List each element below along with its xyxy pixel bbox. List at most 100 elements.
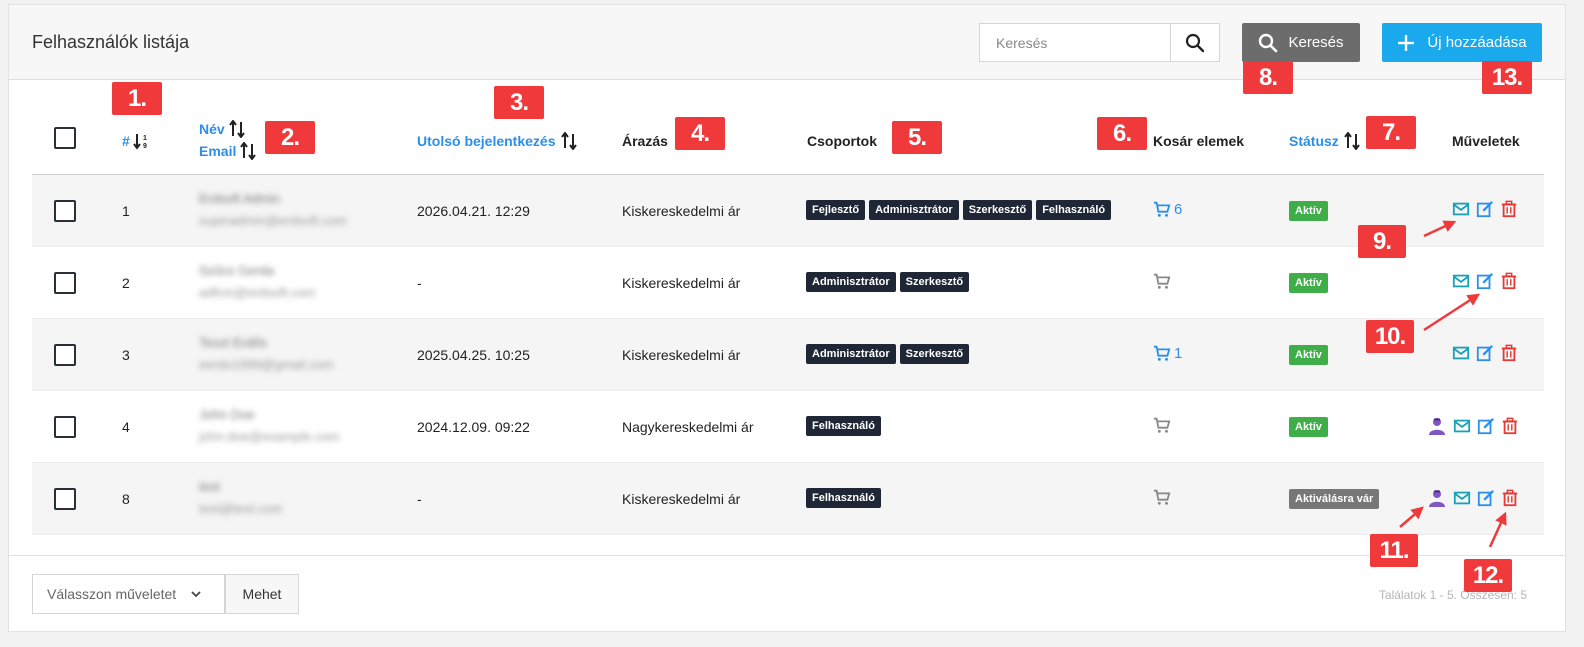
annotation-callout: 10. bbox=[1366, 320, 1414, 353]
row-pricing: Kiskereskedelmi ár bbox=[622, 203, 741, 219]
row-pricing: Nagykereskedelmi ár bbox=[622, 419, 754, 435]
row-checkbox[interactable] bbox=[54, 200, 76, 222]
annotation-callout: 1. bbox=[112, 82, 162, 115]
row-groups: Adminisztrátor Szerkesztő bbox=[806, 272, 973, 292]
column-id-sort[interactable]: # 19 bbox=[122, 132, 151, 150]
edit-icon[interactable] bbox=[1476, 200, 1494, 218]
mail-icon[interactable] bbox=[1452, 200, 1470, 218]
row-name: Teszt Erdős bbox=[199, 335, 267, 350]
row-checkbox[interactable] bbox=[54, 272, 76, 294]
search-icon bbox=[1185, 33, 1205, 52]
users-table: # 19 Név Email Utolsó bejelentkezés Áraz… bbox=[32, 80, 1544, 535]
column-groups: Csoportok bbox=[807, 133, 877, 149]
row-groups: Fejlesztő Adminisztrátor Szerkesztő Felhasz… bbox=[806, 200, 1115, 220]
status-badge: Aktív bbox=[1289, 345, 1328, 365]
annotation-callout: 13. bbox=[1482, 61, 1532, 94]
card-footer: Válasszon műveletet Mehet Találatok 1 - … bbox=[9, 555, 1565, 632]
cart-link[interactable]: 1 bbox=[1153, 344, 1182, 362]
row-id: 2 bbox=[122, 275, 130, 291]
sort-numeric-icon: 19 bbox=[132, 134, 147, 150]
row-last-login: 2024.12.09. 09:22 bbox=[417, 419, 530, 435]
group-badge: Adminisztrátor bbox=[806, 344, 896, 364]
edit-icon[interactable] bbox=[1476, 344, 1494, 362]
annotation-callout: 9. bbox=[1358, 225, 1406, 258]
search-icon-button[interactable] bbox=[1170, 24, 1219, 61]
group-badge: Felhasználó bbox=[1036, 200, 1112, 220]
row-checkbox[interactable] bbox=[54, 344, 76, 366]
row-email: test@test.com bbox=[199, 501, 283, 516]
cart-icon bbox=[1153, 201, 1171, 217]
search-input[interactable] bbox=[980, 24, 1170, 61]
column-name-label: Név bbox=[199, 121, 225, 137]
column-status-sort[interactable]: Státusz bbox=[1289, 132, 1360, 150]
row-pricing: Kiskereskedelmi ár bbox=[622, 275, 741, 291]
group-badge: Adminisztrátor bbox=[806, 272, 896, 292]
bulk-action-label: Válasszon műveletet bbox=[47, 586, 177, 602]
column-email-sort[interactable]: Email bbox=[199, 142, 257, 160]
chevron-down-icon bbox=[191, 591, 201, 598]
column-last-login-sort[interactable]: Utolsó bejelentkezés bbox=[417, 132, 577, 150]
row-checkbox[interactable] bbox=[54, 488, 76, 510]
search-button-label: Keresés bbox=[1288, 34, 1344, 51]
delete-icon[interactable] bbox=[1501, 489, 1519, 507]
status-badge: Aktiválásra vár bbox=[1289, 489, 1380, 509]
annotation-callout: 12. bbox=[1464, 559, 1512, 592]
sort-icon bbox=[1343, 132, 1360, 150]
row-last-login: - bbox=[417, 491, 422, 507]
mail-icon[interactable] bbox=[1453, 417, 1471, 435]
edit-icon[interactable] bbox=[1477, 417, 1495, 435]
row-groups: Adminisztrátor Szerkesztő bbox=[806, 344, 973, 364]
delete-icon[interactable] bbox=[1500, 344, 1518, 362]
annotation-callout: 5. bbox=[892, 121, 942, 154]
sort-icon bbox=[240, 142, 257, 160]
add-new-button[interactable]: Új hozzáadása bbox=[1382, 23, 1542, 62]
cart-link[interactable]: 6 bbox=[1153, 200, 1182, 218]
cart-link bbox=[1153, 488, 1171, 506]
edit-icon[interactable] bbox=[1477, 489, 1495, 507]
svg-text:1: 1 bbox=[143, 135, 147, 142]
row-id: 4 bbox=[122, 419, 130, 435]
annotation-callout: 7. bbox=[1366, 116, 1416, 149]
mail-icon[interactable] bbox=[1453, 489, 1471, 507]
delete-icon[interactable] bbox=[1501, 417, 1519, 435]
row-groups: Felhasználó bbox=[806, 488, 885, 508]
search-group bbox=[979, 23, 1220, 62]
row-id: 8 bbox=[122, 491, 130, 507]
delete-icon[interactable] bbox=[1500, 272, 1518, 290]
row-email: john.doe@example.com bbox=[199, 429, 340, 444]
impersonate-icon[interactable] bbox=[1427, 416, 1447, 436]
edit-icon[interactable] bbox=[1476, 272, 1494, 290]
row-name: test bbox=[199, 479, 220, 494]
mail-icon[interactable] bbox=[1452, 272, 1470, 290]
sort-icon bbox=[560, 132, 577, 150]
svg-text:9: 9 bbox=[143, 143, 147, 150]
row-actions bbox=[1452, 200, 1518, 218]
row-last-login: 2026.04.21. 12:29 bbox=[417, 203, 530, 219]
annotation-callout: 8. bbox=[1243, 61, 1293, 94]
bulk-go-button[interactable]: Mehet bbox=[225, 574, 299, 614]
bulk-action-select[interactable]: Válasszon műveletet bbox=[32, 574, 225, 614]
row-id: 1 bbox=[122, 203, 130, 219]
search-button[interactable]: Keresés bbox=[1242, 23, 1360, 62]
row-email: eerdo1999@gmail.com bbox=[199, 357, 334, 372]
row-email: adfcm@erdsoft.com bbox=[199, 285, 316, 300]
group-badge: Felhasználó bbox=[806, 416, 881, 436]
row-name: John Doe bbox=[199, 407, 255, 422]
status-badge: Aktív bbox=[1289, 273, 1328, 293]
delete-icon[interactable] bbox=[1500, 200, 1518, 218]
row-pricing: Kiskereskedelmi ár bbox=[622, 347, 741, 363]
sort-icon bbox=[228, 120, 245, 138]
column-name-sort[interactable]: Név bbox=[199, 120, 245, 138]
table-row: 3 Teszt Erdős eerdo1999@gmail.com 2025.0… bbox=[32, 319, 1544, 391]
impersonate-icon[interactable] bbox=[1427, 488, 1447, 508]
plus-icon bbox=[1398, 34, 1415, 51]
select-all-checkbox[interactable] bbox=[54, 127, 76, 149]
mail-icon[interactable] bbox=[1452, 344, 1470, 362]
column-email-label: Email bbox=[199, 143, 237, 159]
annotation-callout: 3. bbox=[494, 86, 544, 119]
row-last-login: 2025.04.25. 10:25 bbox=[417, 347, 530, 363]
row-checkbox[interactable] bbox=[54, 416, 76, 438]
status-badge: Aktív bbox=[1289, 201, 1328, 221]
cart-icon bbox=[1153, 417, 1171, 433]
card-header: Felhasználók listája Keresés Új hozzáadá… bbox=[9, 5, 1565, 80]
